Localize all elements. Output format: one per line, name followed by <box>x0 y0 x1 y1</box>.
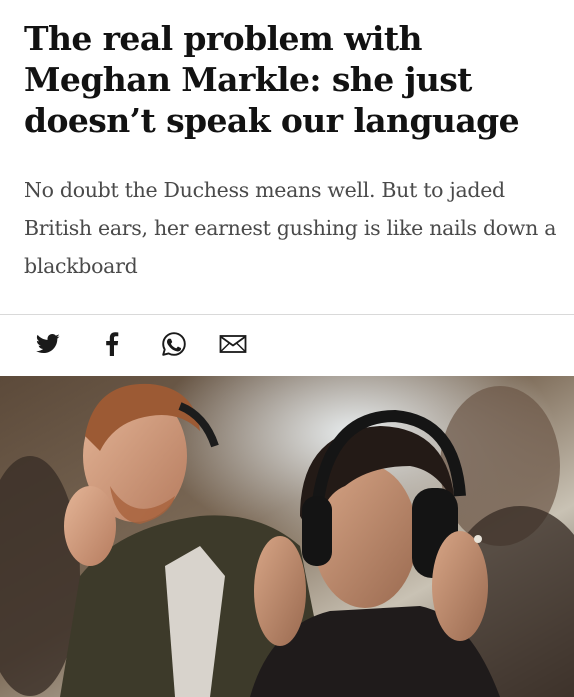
share-twitter-button[interactable] <box>33 329 63 359</box>
share-email-button[interactable] <box>218 329 248 359</box>
photo-illustration <box>0 376 574 697</box>
whatsapp-icon <box>162 332 186 356</box>
facebook-icon <box>106 332 119 356</box>
share-bar <box>0 315 574 375</box>
email-icon <box>219 335 247 353</box>
article-headline: The real problem with Meghan Markle: she… <box>24 19 520 140</box>
share-whatsapp-button[interactable] <box>159 329 189 359</box>
twitter-icon <box>36 334 60 353</box>
share-facebook-button[interactable] <box>97 329 127 359</box>
article-standfirst: No doubt the Duchess means well. But to … <box>24 178 557 278</box>
article-photo <box>0 376 574 697</box>
